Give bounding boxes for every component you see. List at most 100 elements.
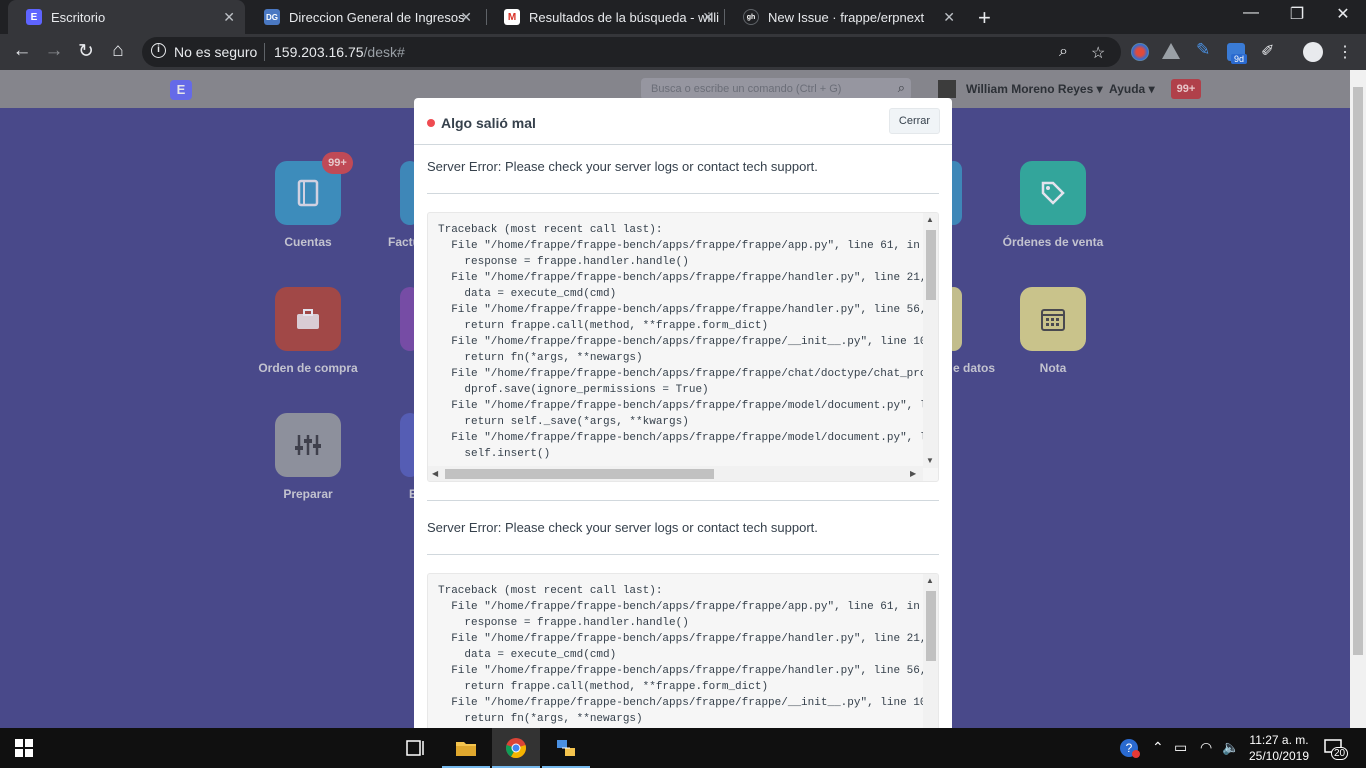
- search-input[interactable]: [651, 81, 881, 97]
- traceback-box[interactable]: Traceback (most recent call last): File …: [427, 212, 939, 482]
- traceback-box[interactable]: Traceback (most recent call last): File …: [427, 573, 939, 728]
- user-name: William Moreno Reyes: [966, 82, 1094, 96]
- browser-tab-strip: E Escritorio ✕ DG Direccion General de I…: [0, 0, 1366, 34]
- profile-avatar-icon[interactable]: [1303, 42, 1323, 62]
- module-label: Preparar: [283, 487, 333, 501]
- home-icon[interactable]: ⌂: [106, 40, 130, 62]
- scroll-down-icon[interactable]: ▼: [926, 456, 934, 465]
- minimize-button[interactable]: —: [1228, 4, 1274, 22]
- browser-tab-github[interactable]: gh New Issue · frappe/erpnext ✕: [725, 0, 965, 34]
- module-label: Órdenes de venta: [1002, 235, 1104, 249]
- clock-time: 11:27 a. m.: [1249, 733, 1309, 747]
- dgi-favicon-icon: DG: [264, 9, 280, 25]
- chevron-down-icon: ▾: [1148, 82, 1155, 96]
- error-message-text: Server Error: Please check your server l…: [427, 520, 818, 535]
- module-preparar[interactable]: Preparar: [238, 413, 378, 501]
- system-clock[interactable]: 11:27 a. m. 25/10/2019: [1242, 732, 1316, 764]
- volume-icon[interactable]: 🔈: [1222, 739, 1239, 756]
- vertical-scrollbar[interactable]: ▲: [923, 574, 938, 728]
- page-scrollbar[interactable]: [1350, 70, 1366, 728]
- scroll-up-icon[interactable]: ▲: [926, 576, 934, 585]
- reload-icon[interactable]: ↻: [74, 40, 98, 63]
- module-label: Orden de compra: [258, 361, 358, 375]
- chevron-down-icon: ▾: [1096, 82, 1103, 96]
- bookmark-star-icon[interactable]: ☆: [1091, 43, 1105, 63]
- url-text[interactable]: 159.203.16.75/desk#: [274, 44, 405, 60]
- vertical-scrollbar[interactable]: ▲ ▼: [923, 213, 938, 468]
- pen-extension-icon[interactable]: ✐: [1261, 41, 1279, 60]
- error-message-text: Server Error: Please check your server l…: [427, 159, 818, 174]
- new-tab-button[interactable]: +: [978, 5, 991, 31]
- address-bar[interactable]: i No es seguro 159.203.16.75/desk# ⌕ ☆: [142, 37, 1121, 67]
- module-nota[interactable]: Nota: [983, 287, 1123, 375]
- search-icon[interactable]: ⌕: [898, 80, 905, 96]
- forward-icon[interactable]: →: [42, 40, 66, 62]
- divider: [427, 500, 939, 501]
- back-icon[interactable]: ←: [10, 40, 34, 62]
- scroll-right-icon[interactable]: ▶: [910, 469, 916, 478]
- scrollbar-thumb[interactable]: [926, 230, 936, 300]
- error-indicator-icon: [427, 119, 435, 127]
- app-logo[interactable]: E: [170, 80, 192, 100]
- notifications-badge[interactable]: 99+: [1171, 79, 1201, 99]
- browser-tab-dgi[interactable]: DG Direccion General de Ingresos ✕: [246, 0, 482, 34]
- extension-badge: 9d: [1231, 54, 1248, 64]
- network-app-button[interactable]: [542, 728, 590, 768]
- close-tab-icon[interactable]: ✕: [460, 9, 472, 26]
- chrome-taskbar-button[interactable]: [492, 728, 540, 768]
- module-ordenes-de-venta[interactable]: Órdenes de venta: [983, 161, 1123, 249]
- browser-tab-gmail[interactable]: M Resultados de la búsqueda - willi ✕: [486, 0, 724, 34]
- task-view-button[interactable]: [392, 728, 440, 768]
- user-menu[interactable]: William Moreno Reyes ▾: [966, 82, 1103, 96]
- svg-text:?: ?: [1126, 741, 1133, 755]
- scroll-left-icon[interactable]: ◀: [432, 469, 438, 478]
- erpnext-desk-page: E ⌕ William Moreno Reyes ▾ Ayuda ▾ 99+ C…: [0, 70, 1350, 728]
- omnibox-divider: [264, 43, 265, 61]
- show-hidden-icons-icon[interactable]: ⌃: [1152, 739, 1164, 756]
- module-cuentas[interactable]: Cuentas: [238, 161, 378, 249]
- drive-extension-icon[interactable]: [1162, 43, 1180, 59]
- close-tab-icon[interactable]: ✕: [943, 9, 955, 26]
- module-orden-de-compra[interactable]: Orden de compra: [238, 287, 378, 375]
- task-view-icon: [406, 740, 424, 756]
- windows-logo-icon: [15, 739, 33, 757]
- wifi-icon[interactable]: ◠: [1200, 739, 1212, 756]
- browser-tab-escritorio[interactable]: E Escritorio ✕: [8, 0, 245, 34]
- scroll-up-icon[interactable]: ▲: [926, 215, 934, 224]
- error-dialog: Algo salió mal Cerrar Server Error: Plea…: [414, 98, 952, 728]
- restore-button[interactable]: ❐: [1274, 4, 1320, 24]
- briefcase-icon: [275, 287, 341, 351]
- info-icon[interactable]: i: [151, 43, 166, 58]
- file-explorer-button[interactable]: [442, 728, 490, 768]
- menu-dots-icon[interactable]: ⋮: [1333, 42, 1357, 62]
- error-message: Server Error: Please check your server l…: [427, 159, 939, 174]
- module-label: Nota: [1039, 361, 1067, 375]
- start-button[interactable]: [0, 728, 48, 768]
- feather-extension-icon[interactable]: ✎: [1196, 40, 1214, 59]
- close-tab-icon[interactable]: ✕: [223, 9, 235, 26]
- close-tab-icon[interactable]: ✕: [702, 9, 714, 26]
- folder-icon: [456, 742, 476, 756]
- module-notification-badge: 99+: [322, 152, 353, 174]
- horizontal-scrollbar[interactable]: ◀ ▶: [428, 466, 923, 481]
- dialog-header: Algo salió mal Cerrar: [414, 98, 952, 145]
- help-tray-icon[interactable]: ?: [1118, 737, 1140, 762]
- scrollbar-thumb[interactable]: [445, 469, 714, 479]
- erpnext-favicon-icon: E: [26, 9, 42, 25]
- scrollbar-thumb[interactable]: [1353, 87, 1363, 655]
- close-dialog-button[interactable]: Cerrar: [889, 108, 940, 134]
- battery-icon[interactable]: ▭: [1174, 739, 1187, 756]
- awesome-bar[interactable]: ⌕: [641, 78, 911, 100]
- dialog-title: Algo salió mal: [441, 115, 536, 131]
- zoom-search-icon[interactable]: ⌕: [1059, 43, 1068, 61]
- sliders-icon: [275, 413, 341, 477]
- traceback-text: Traceback (most recent call last): File …: [438, 585, 923, 725]
- close-window-button[interactable]: ✕: [1320, 4, 1366, 24]
- tab-title: New Issue · frappe/erpnext: [768, 9, 925, 25]
- extension-color-icon[interactable]: [1131, 43, 1149, 61]
- chrome-icon: [506, 738, 526, 759]
- scrollbar-thumb[interactable]: [926, 591, 936, 661]
- avatar[interactable]: [938, 80, 956, 98]
- notification-count-badge: 20: [1331, 747, 1349, 760]
- help-menu[interactable]: Ayuda ▾: [1109, 82, 1155, 96]
